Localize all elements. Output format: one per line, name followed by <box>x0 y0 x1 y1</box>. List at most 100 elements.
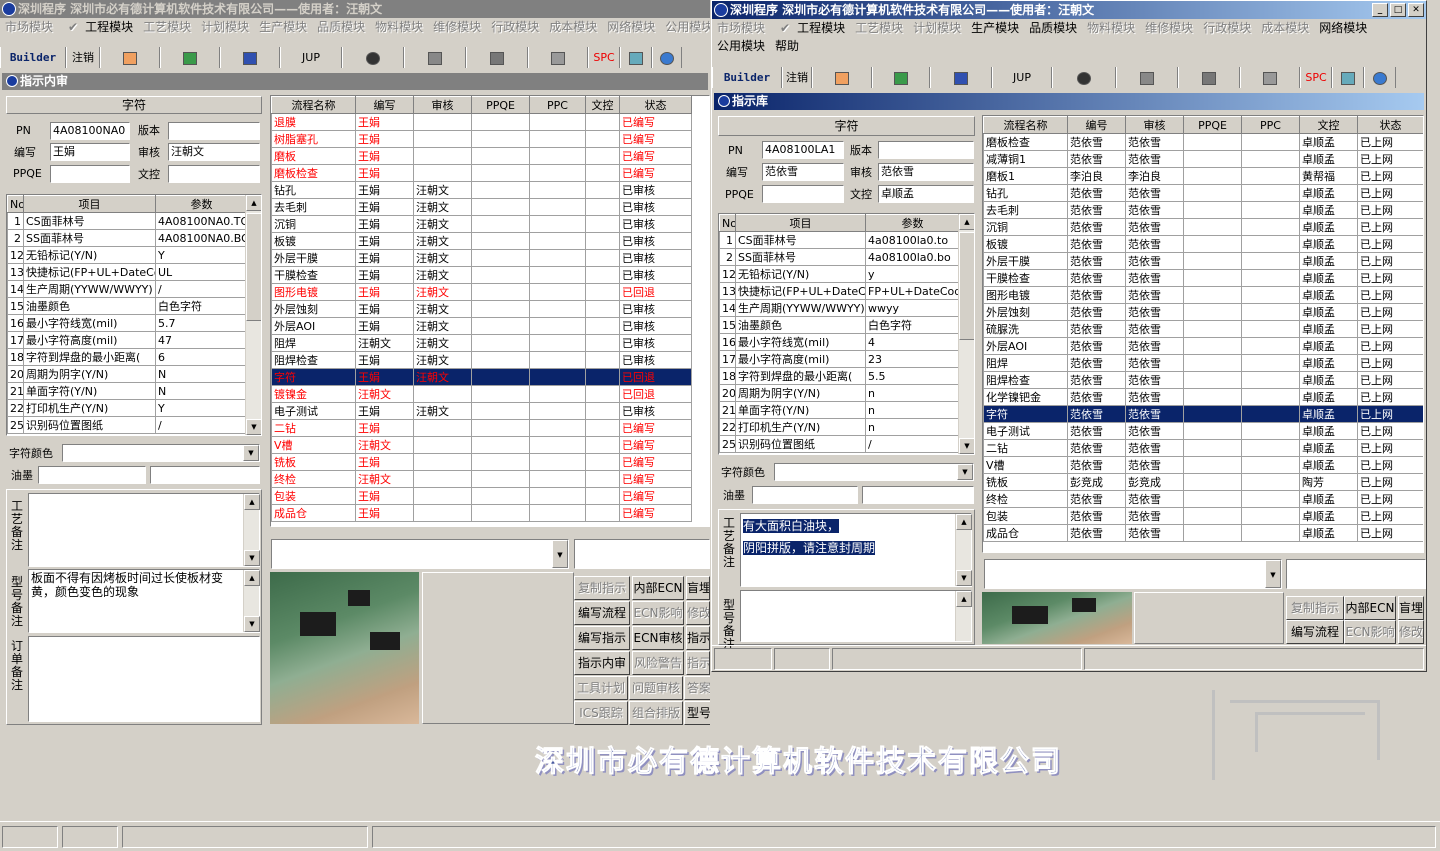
writer-field[interactable]: 王娟 <box>50 143 130 161</box>
flow-col-header[interactable]: 状态 <box>1357 116 1423 134</box>
excel-button[interactable] <box>160 47 220 68</box>
menu-item-10[interactable]: 网络模块 <box>602 18 660 36</box>
flow-col-header[interactable]: 文控 <box>1299 116 1358 134</box>
flow-row[interactable]: 包装 范依雪 范依雪 卓顺孟 已上网 <box>983 507 1423 525</box>
left-params-grid[interactable]: No 项目 参数 1 CS面菲林号 4A08100NA0.TO 2 SS面菲林号 4A0810… <box>6 194 262 436</box>
wenkong-field[interactable] <box>168 165 260 183</box>
col-no[interactable]: No <box>719 214 736 232</box>
flow-row[interactable]: 外层AOI 范依雪 范依雪 卓顺孟 已上网 <box>983 337 1423 355</box>
menu-item-8[interactable]: 行政模块 <box>486 18 544 36</box>
flow-row[interactable]: 镀镍金 汪朝文 已回退 <box>271 385 692 403</box>
reviewer-field[interactable]: 汪朝文 <box>168 143 260 161</box>
flow-col-header[interactable]: 流程名称 <box>271 96 356 114</box>
action-button[interactable]: 指示内审 <box>574 651 630 675</box>
ie-button[interactable] <box>652 47 682 68</box>
param-row[interactable]: 16 最小字符线宽(mil) 5.7 <box>7 314 248 332</box>
menu-item-3[interactable]: 计划模块 <box>908 19 966 37</box>
action-button[interactable]: 指示 <box>686 626 710 650</box>
right-side-field[interactable] <box>1286 559 1426 589</box>
param-row[interactable]: 15 油墨颜色 白色字符 <box>719 316 960 334</box>
flow-row[interactable]: 包装 王娟 已编写 <box>271 487 692 505</box>
flow-row[interactable]: 外层AOI 王娟 汪朝文 已审核 <box>271 317 692 335</box>
scroll-up-button[interactable]: ▲ <box>956 514 972 530</box>
scroll-up-button[interactable]: ▲ <box>244 570 260 586</box>
action-button[interactable]: ECN审核 <box>632 626 684 650</box>
param-row[interactable]: 1 CS面菲林号 4a08100la0.to <box>719 231 960 249</box>
chevron-down-icon[interactable]: ▼ <box>1265 560 1281 588</box>
menu-item-5[interactable]: 品质模块 <box>312 18 370 36</box>
param-row[interactable]: 18 字符到焊盘的最小距离(6 <box>7 348 248 366</box>
right-flow-combo[interactable]: ▼ <box>984 559 1282 589</box>
flow-row[interactable]: 硫脲洗 范依雪 范依雪 卓顺孟 已上网 <box>983 320 1423 338</box>
wenkong-field[interactable]: 卓顺孟 <box>878 185 974 203</box>
flow-col-header[interactable]: 状态 <box>619 96 692 114</box>
reviewer-field[interactable]: 范依雪 <box>878 163 974 181</box>
flow-row[interactable]: 钻孔 范依雪 范依雪 卓顺孟 已上网 <box>983 184 1423 202</box>
flow-row[interactable]: 外层干膜 王娟 汪朝文 已审核 <box>271 249 692 267</box>
menu-item-6[interactable]: 物料模块 <box>1082 19 1140 37</box>
refresh-button[interactable] <box>620 47 652 68</box>
scroll-up-button[interactable]: ▲ <box>956 591 972 607</box>
flow-row[interactable]: 外层蚀刻 王娟 汪朝文 已审核 <box>271 300 692 318</box>
flow-row[interactable]: 成品仓 范依雪 范依雪 卓顺孟 已上网 <box>983 524 1423 542</box>
ink-field-1[interactable] <box>38 466 146 484</box>
action-button[interactable]: 修改 <box>686 601 710 625</box>
menu-item-9[interactable]: 成本模块 <box>1256 19 1314 37</box>
param-row[interactable]: 20 周期为阴字(Y/N) n <box>719 384 960 402</box>
param-row[interactable]: 12 无铅标记(Y/N) Y <box>7 246 248 264</box>
menu-item-4[interactable]: 生产模块 <box>966 19 1024 37</box>
ink-field-2[interactable] <box>862 486 974 504</box>
scroll-down-button[interactable]: ▼ <box>246 419 261 435</box>
param-row[interactable]: 1 CS面菲林号 4A08100NA0.TO <box>7 212 248 230</box>
left-side-field[interactable] <box>574 539 710 569</box>
menu-item-10[interactable]: 网络模块 <box>1314 19 1372 37</box>
flow-col-header[interactable]: PPQE <box>1183 116 1242 134</box>
scroll-up-button[interactable]: ▲ <box>246 195 261 211</box>
menu-item-0[interactable]: 市场模块 <box>0 18 58 36</box>
model-remark-text[interactable]: ▲ <box>740 590 972 642</box>
flow-row[interactable]: 阻焊检查 王娟 汪朝文 已审核 <box>271 351 692 369</box>
action-button[interactable]: 编写指示 <box>574 626 630 650</box>
params-scrollbar[interactable]: ▲ ▼ <box>245 195 261 435</box>
flow-row[interactable]: 外层干膜 范依雪 范依雪 卓顺孟 已上网 <box>983 252 1423 270</box>
scroll-up-button[interactable]: ▲ <box>244 494 260 510</box>
printer-button[interactable] <box>528 47 588 68</box>
pn-field[interactable]: 4A08100LA1 <box>762 141 844 159</box>
flow-col-header[interactable]: 编写 <box>355 96 414 114</box>
word-button[interactable] <box>220 47 280 68</box>
param-row[interactable]: 20 周期为阴字(Y/N) N <box>7 365 248 383</box>
menu-item-5[interactable]: 品质模块 <box>1024 19 1082 37</box>
param-row[interactable]: 15 油墨颜色 白色字符 <box>7 297 248 315</box>
action-button[interactable]: ICS跟踪 <box>574 701 628 725</box>
right-params-grid[interactable]: No 项目 参数 1 CS面菲林号 4a08100la0.to 2 SS面菲林号 4a0810… <box>718 213 975 455</box>
char-color-combo[interactable]: ▼ <box>774 463 974 481</box>
flow-col-header[interactable]: 流程名称 <box>983 116 1068 134</box>
flow-row[interactable]: 板镀 范依雪 范依雪 卓顺孟 已上网 <box>983 235 1423 253</box>
jup-button[interactable]: JUP <box>992 67 1052 88</box>
flow-row[interactable]: 图形电镀 范依雪 范依雪 卓顺孟 已上网 <box>983 286 1423 304</box>
flow-row[interactable]: 终检 范依雪 范依雪 卓顺孟 已上网 <box>983 490 1423 508</box>
tools-button[interactable] <box>1178 67 1240 88</box>
flow-col-header[interactable]: 审核 <box>1125 116 1184 134</box>
param-row[interactable]: 21 单面字符(Y/N) N <box>7 382 248 400</box>
flow-col-header[interactable]: PPC <box>1241 116 1300 134</box>
param-row[interactable]: 16 最小字符线宽(mil) 4 <box>719 333 960 351</box>
logout-button[interactable]: 注销 <box>782 67 812 88</box>
flow-row[interactable]: 字符 范依雪 范依雪 卓顺孟 已上网 <box>983 405 1423 423</box>
flow-row[interactable]: 字符 王娟 汪朝文 已回退 <box>271 368 692 386</box>
menu-item-7[interactable]: 维修模块 <box>428 18 486 36</box>
menu-item-8[interactable]: 行政模块 <box>1198 19 1256 37</box>
action-button[interactable]: 盲埋 <box>686 576 710 600</box>
param-row[interactable]: 22 打印机生产(Y/N) Y <box>7 399 248 417</box>
menu-item-0[interactable]: 公用模块 <box>712 37 770 55</box>
scroll-up-button[interactable]: ▲ <box>959 214 974 230</box>
flow-row[interactable]: 阻焊 汪朝文 汪朝文 已审核 <box>271 334 692 352</box>
scroll-down-button[interactable]: ▼ <box>959 438 974 454</box>
left-flow-combo[interactable]: ▼ <box>271 539 569 569</box>
action-button[interactable]: 复制指示 <box>1286 596 1344 620</box>
craft-remark-scrollbar[interactable]: ▲ ▼ <box>243 494 260 566</box>
left-flow-grid[interactable]: 流程名称 编写 审核 PPQE PPC 文控 状态 退膜 王娟 已编写 树脂塞孔 王娟 已编写 磨板 王娟… <box>270 95 710 527</box>
action-button[interactable]: 工具计划 <box>574 676 628 700</box>
menu-item-1[interactable]: 帮助 <box>770 37 804 55</box>
order-remark-text[interactable] <box>28 636 260 722</box>
